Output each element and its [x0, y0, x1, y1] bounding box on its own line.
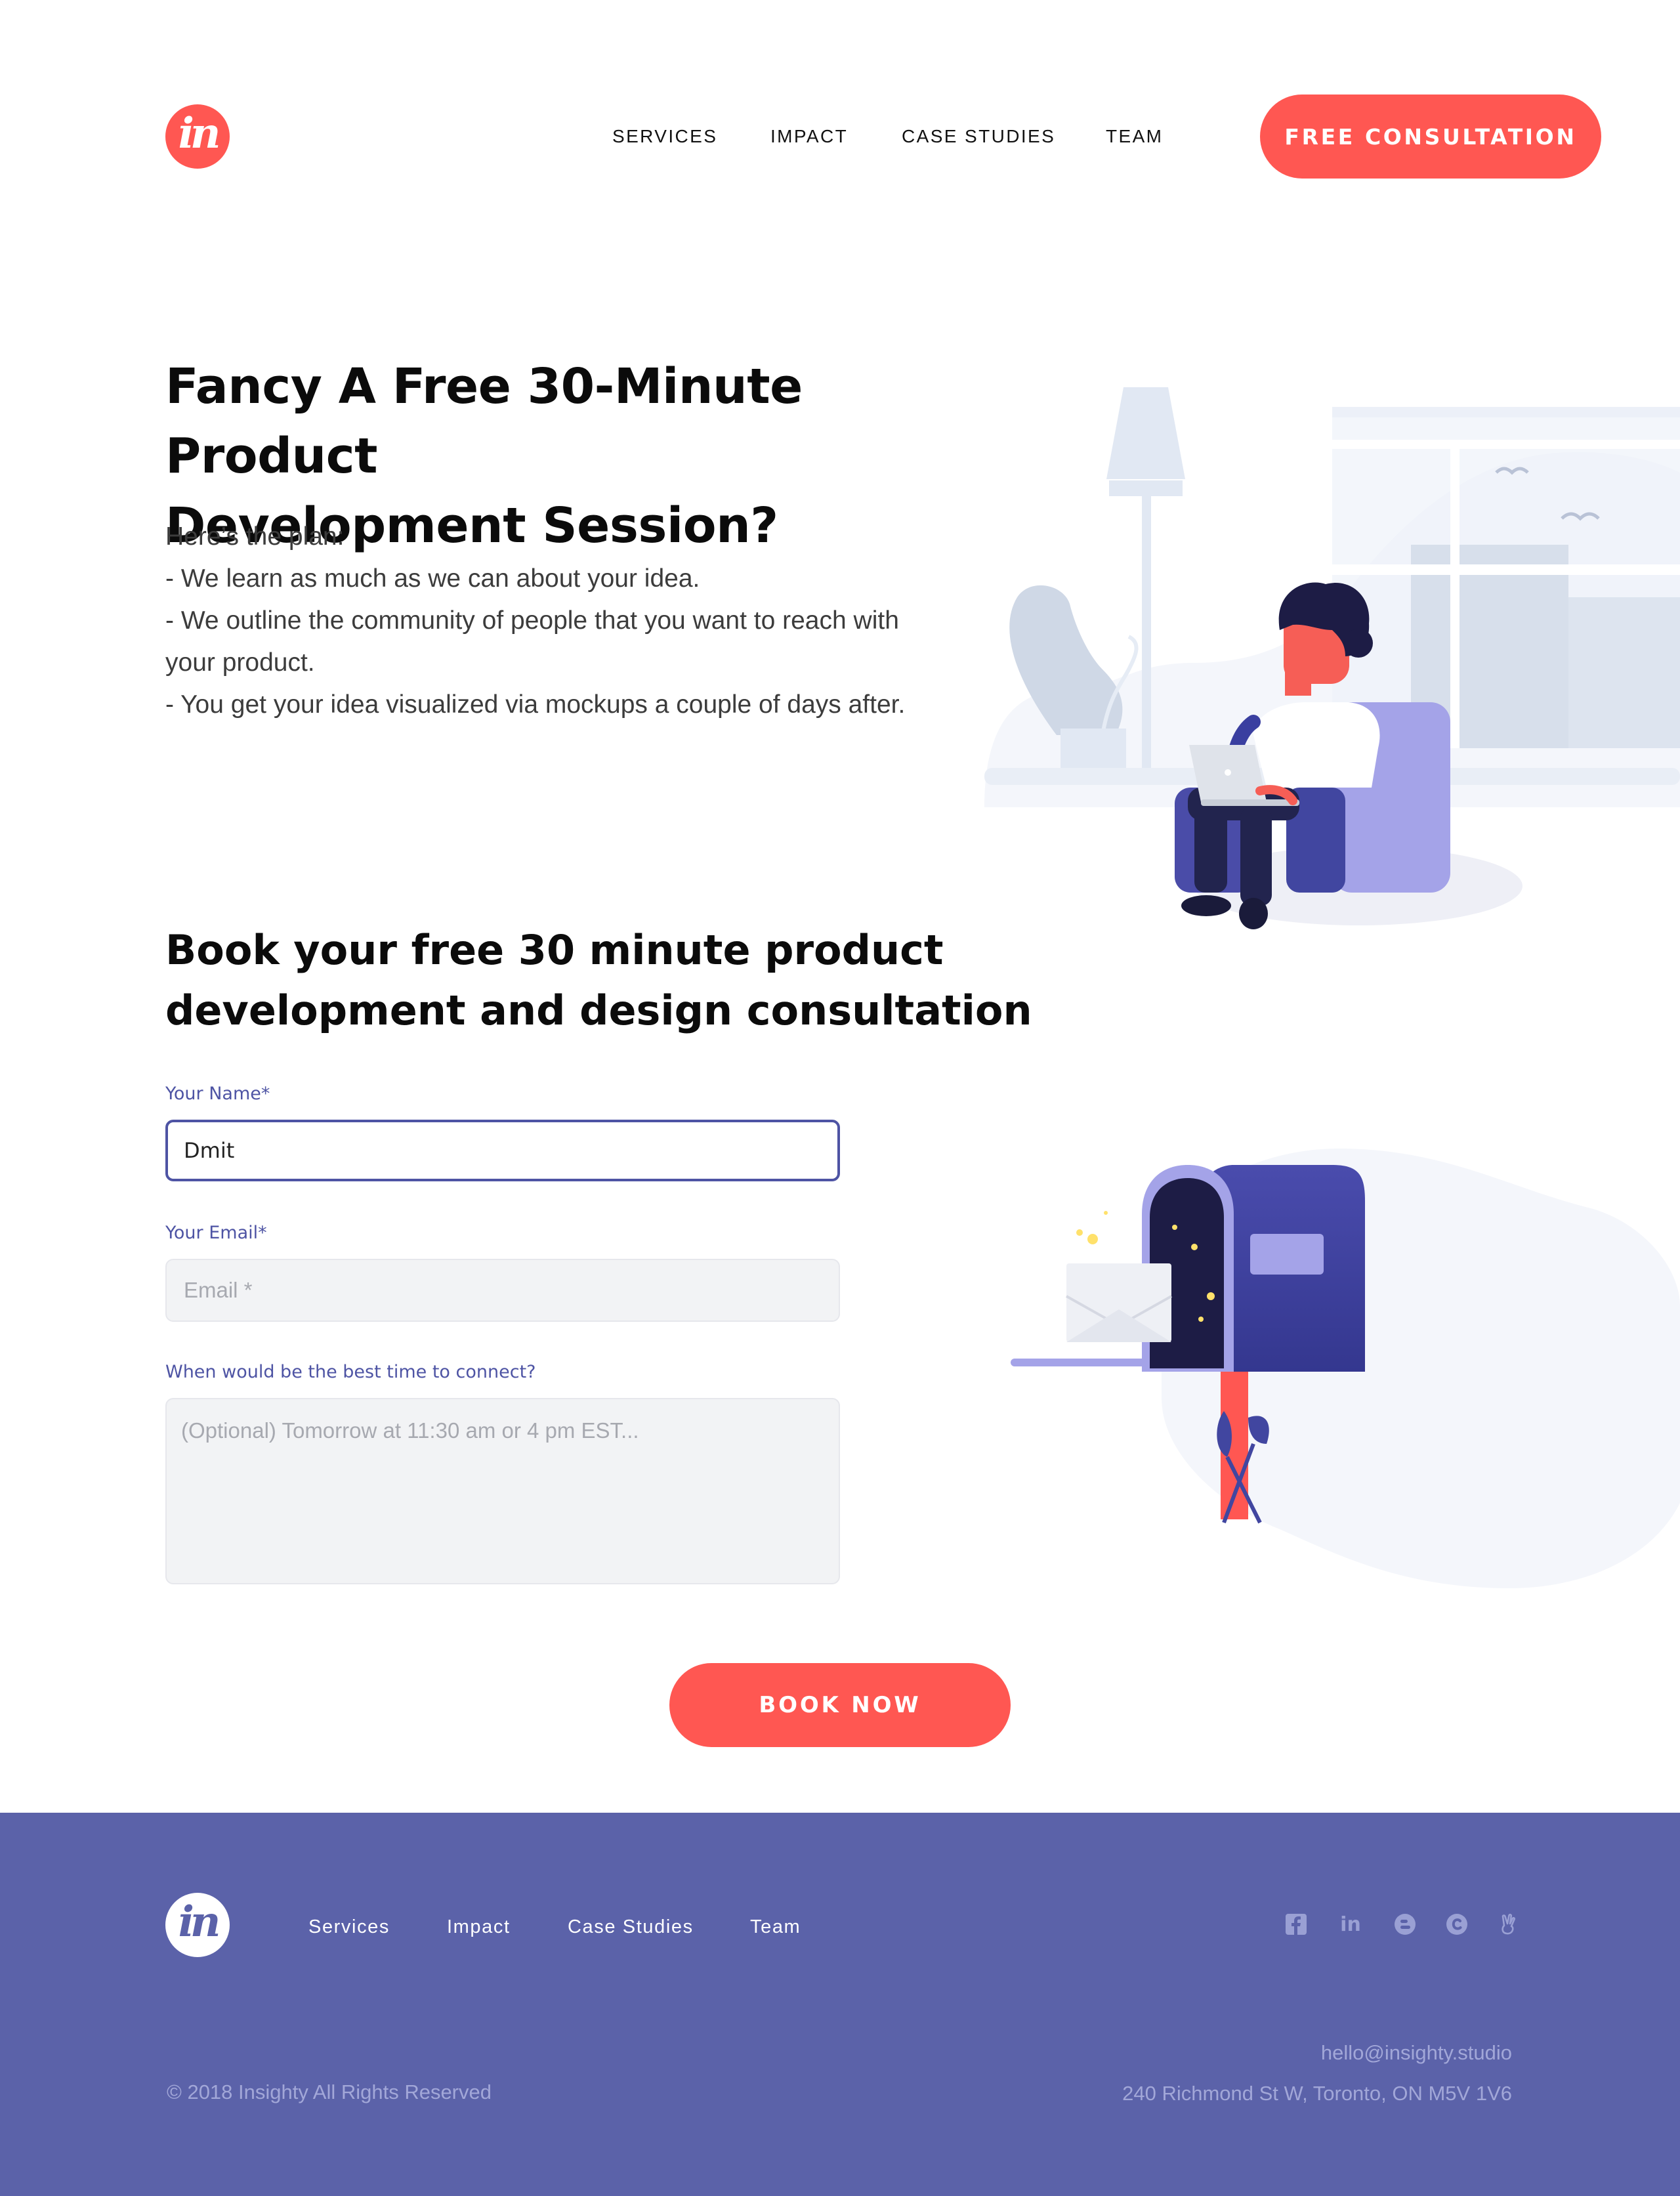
footer-nav-case-studies[interactable]: Case Studies	[568, 1915, 694, 1939]
form-title-line1: Book your free 30 minute product	[165, 926, 944, 974]
time-textarea[interactable]	[165, 1398, 840, 1584]
mailbox-illustration	[1011, 1149, 1680, 1588]
copyright-text: © 2018 Insighty All Rights Reserved	[167, 2080, 492, 2103]
angellist-icon[interactable]	[1495, 1911, 1521, 1937]
footer-nav-services[interactable]: Services	[308, 1915, 390, 1939]
nav-team[interactable]: TEAM	[1106, 125, 1163, 148]
blogger-icon[interactable]	[1392, 1911, 1418, 1937]
footer-logo-text: in	[178, 1897, 221, 1947]
plan-item: - We learn as much as we can about your …	[165, 564, 700, 593]
plan-intro: Here’s the plan:	[165, 522, 345, 551]
plan-item: - We outline the community of people tha…	[165, 606, 899, 677]
person-on-couch-illustration	[984, 387, 1680, 929]
contact-address: 240 Richmond St W, Toronto, ON M5V 1V6	[1122, 2082, 1512, 2105]
behance-icon[interactable]	[1444, 1911, 1470, 1937]
linkedin-icon[interactable]: in	[1337, 1911, 1364, 1937]
footer-nav-impact[interactable]: Impact	[447, 1915, 511, 1939]
name-input[interactable]	[165, 1120, 840, 1181]
linkedin-glyph: in	[1340, 1912, 1361, 1936]
form-title: Book your free 30 minute product develop…	[165, 920, 1084, 1041]
email-label: Your Email*	[165, 1223, 267, 1243]
header-logo-text: in	[178, 109, 221, 158]
footer-nav-team[interactable]: Team	[750, 1915, 801, 1939]
footer-logo[interactable]: in	[165, 1893, 230, 1957]
footer	[0, 1813, 1680, 2196]
email-input[interactable]	[165, 1259, 840, 1322]
free-consultation-button[interactable]: FREE CONSULTATION	[1260, 95, 1601, 179]
time-label: When would be the best time to connect?	[165, 1362, 536, 1382]
form-title-line2: development and design consultation	[165, 986, 1032, 1034]
plan-text: Here’s the plan: - We learn as much as w…	[165, 516, 907, 726]
header-logo[interactable]: in	[165, 104, 230, 169]
book-now-button[interactable]: BOOK NOW	[669, 1663, 1011, 1747]
name-label: Your Name*	[165, 1084, 270, 1104]
nav-impact[interactable]: IMPACT	[770, 125, 848, 148]
facebook-icon[interactable]	[1283, 1911, 1309, 1937]
nav-case-studies[interactable]: CASE STUDIES	[902, 125, 1055, 148]
nav-services[interactable]: SERVICES	[612, 125, 717, 148]
plan-item: - You get your idea visualized via mocku…	[165, 690, 906, 719]
hero-title-line1: Fancy A Free 30-Minute Product	[165, 358, 803, 484]
contact-email[interactable]: hello@insighty.studio	[1321, 2040, 1512, 2066]
